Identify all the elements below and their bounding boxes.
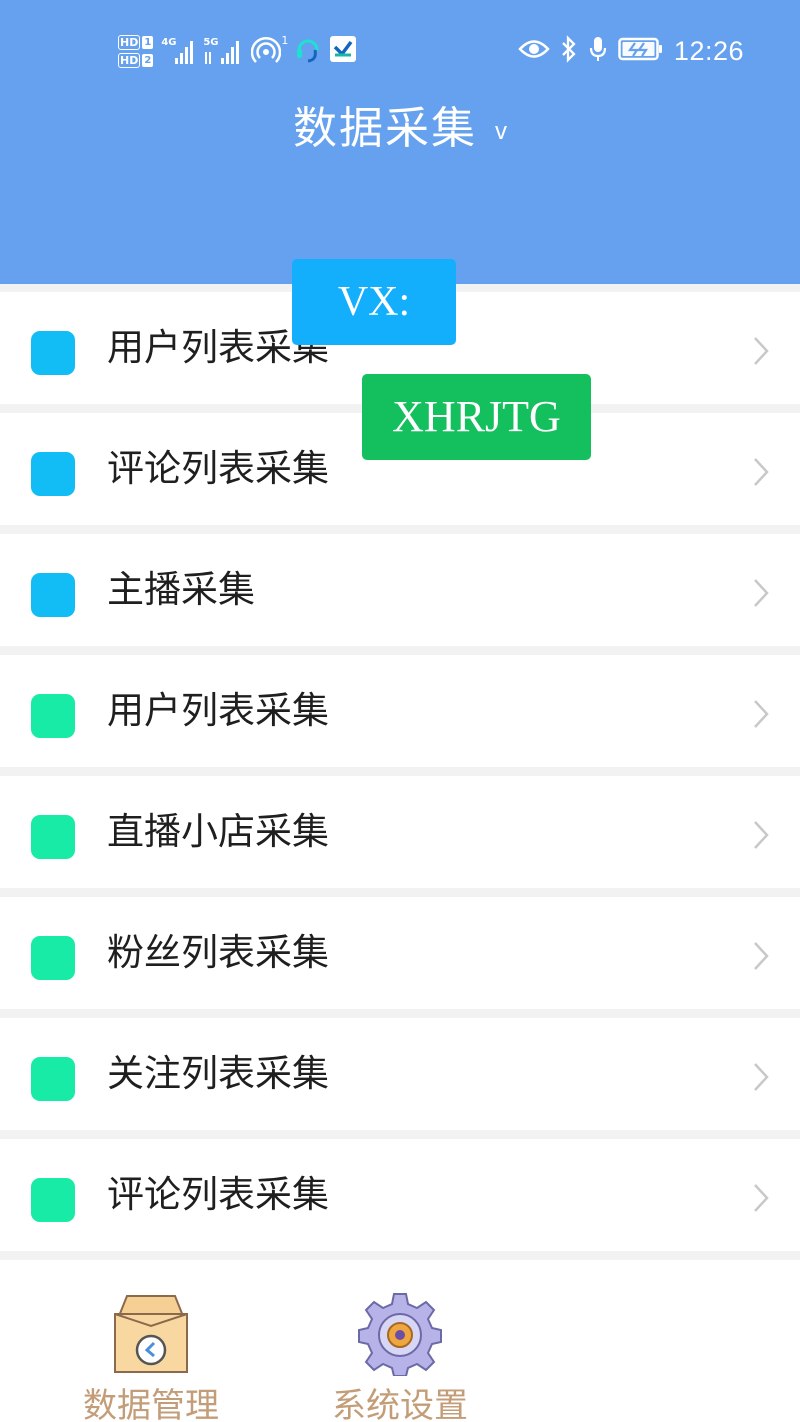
list-item-label: 直播小店采集 [107, 810, 329, 853]
status-clock: 12:26 [673, 35, 744, 66]
sim2-hd-badge: HD 2 [118, 52, 154, 68]
hotspot-count: 1 [281, 34, 289, 47]
list-item[interactable]: 粉丝列表采集 [0, 897, 800, 1009]
signal-5g-icon: 5G [203, 36, 243, 66]
list-item-label: 粉丝列表采集 [107, 931, 329, 974]
title-dropdown-caret[interactable]: v [495, 118, 507, 145]
list-item-color-dot [31, 331, 75, 375]
wechat-id-tag: XHRJTG [362, 374, 591, 460]
eye-icon [518, 38, 550, 64]
net1-label: 4G [161, 37, 177, 48]
chevron-right-icon [752, 457, 770, 491]
list-item[interactable]: 评论列表采集 [0, 1139, 800, 1251]
hotspot-icon: 1 [251, 34, 289, 66]
list-item[interactable]: 关注列表采集 [0, 1018, 800, 1130]
chevron-right-icon [752, 1062, 770, 1096]
app-notification-icon [329, 35, 357, 67]
sim-indicators: HD 1 HD 2 [118, 34, 154, 68]
signal-4g-icon: 4G [161, 36, 195, 66]
sim1-hd-label: HD [118, 34, 141, 50]
bluetooth-icon [560, 35, 578, 67]
gear-icon [357, 1290, 443, 1377]
list-item-label: 评论列表采集 [107, 1173, 329, 1216]
app-screen: HD 1 HD 2 4G 5G 1 12:26 数据采集 v 用户列表采集 评论… [0, 0, 800, 1422]
list-item-label: 评论列表采集 [107, 447, 329, 490]
list-item-color-dot [31, 573, 75, 617]
list-item-color-dot [31, 936, 75, 980]
list-item[interactable]: 直播小店采集 [0, 776, 800, 888]
sim1-number: 1 [142, 35, 154, 49]
list-item-color-dot [31, 815, 75, 859]
header: HD 1 HD 2 4G 5G 1 12:26 数据采集 v [0, 0, 800, 284]
nav-label-data-management: 数据管理 [83, 1386, 219, 1422]
net2-label: 5G [203, 37, 219, 48]
list-item-label: 用户列表采集 [107, 689, 329, 732]
chevron-right-icon [752, 699, 770, 733]
list-item[interactable]: 主播采集 [0, 534, 800, 646]
chevron-right-icon [752, 820, 770, 854]
list-item-label: 主播采集 [107, 568, 255, 611]
list-item-color-dot [31, 452, 75, 496]
list-item-label: 关注列表采集 [107, 1052, 329, 1095]
sim1-hd-badge: HD 1 [118, 34, 154, 50]
archive-box-clock-icon [111, 1292, 191, 1374]
status-left: HD 1 HD 2 4G 5G 1 [118, 28, 357, 74]
chevron-right-icon [752, 578, 770, 612]
sim2-number: 2 [142, 53, 154, 67]
list-item-color-dot [31, 1178, 75, 1222]
bottom-nav: 数据管理 系统设置 [0, 1260, 800, 1422]
chevron-right-icon [752, 336, 770, 370]
status-right: 12:26 [518, 26, 744, 76]
battery-charging-icon [618, 37, 664, 65]
microphone-icon [588, 35, 608, 67]
list-item[interactable]: 用户列表采集 [0, 655, 800, 767]
headset-app-icon [295, 34, 321, 68]
nav-label-system-settings: 系统设置 [332, 1386, 468, 1422]
page-title: 数据采集 [293, 103, 477, 154]
chevron-right-icon [752, 941, 770, 975]
status-bar: HD 1 HD 2 4G 5G 1 12:26 [0, 26, 800, 78]
list-item-color-dot [31, 694, 75, 738]
title-bar[interactable]: 数据采集 v [0, 92, 800, 156]
sim2-hd-label: HD [118, 52, 141, 68]
vx-tag: VX: [292, 259, 456, 345]
chevron-right-icon [752, 1183, 770, 1217]
list-item-color-dot [31, 1057, 75, 1101]
